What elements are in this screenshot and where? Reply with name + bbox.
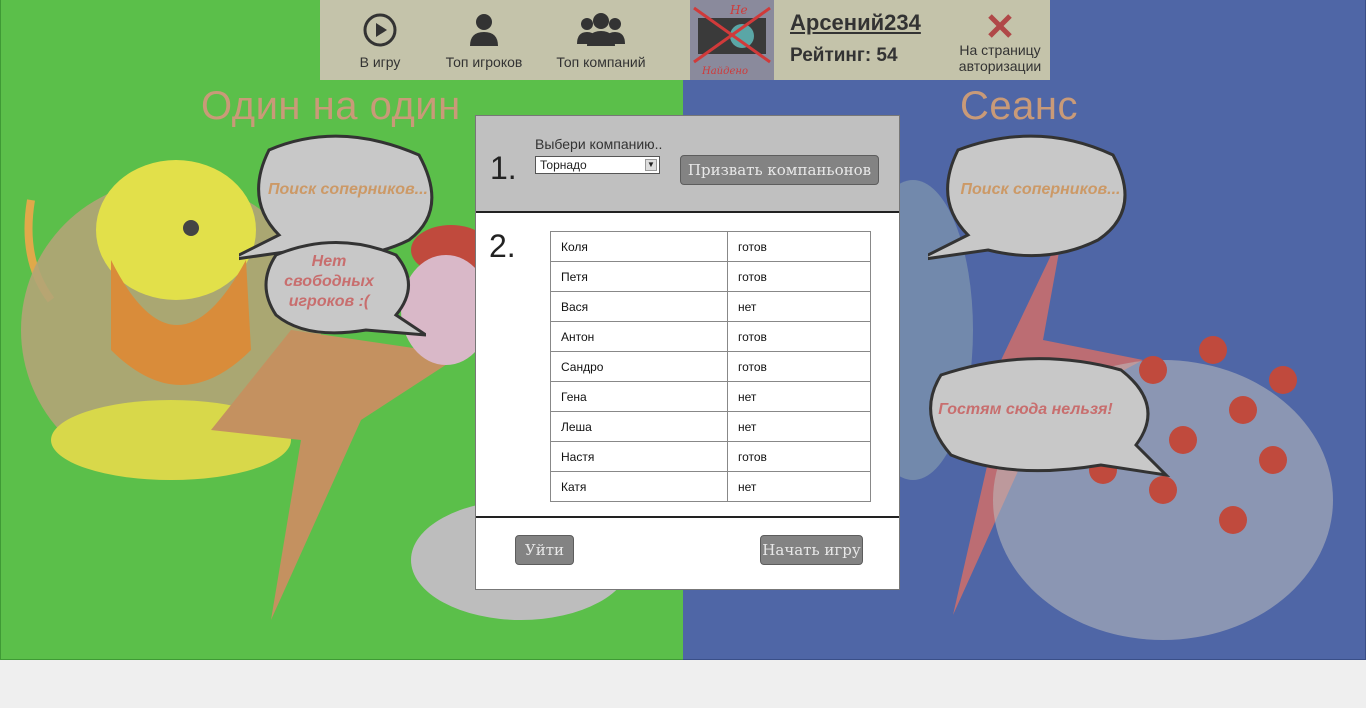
nav-play-button[interactable]: В игру [344,0,416,80]
player-name-cell: Сандро [550,351,728,382]
avatar-not-found-image: Не Найдено [693,3,771,77]
player-name-cell: Леша [550,411,728,442]
players-table: Коля готов Петя готов Вася нет Антон готов Сандр… [550,231,871,502]
table-row: Сандро готов [550,351,871,382]
chevron-down-icon: ▼ [645,159,657,171]
users-group-icon [577,13,625,46]
player-name-cell: Гена [550,381,728,412]
user-rating: Рейтинг: 54 [790,45,898,66]
table-row: Катя нет [550,471,871,502]
avatar-text-top: Не [729,3,748,17]
table-row: Вася нет [550,291,871,322]
nav-top-players-label: Топ игроков [445,54,523,70]
logout-label: На страницу авторизации [958,42,1042,74]
player-status-cell: нет [727,291,871,322]
summon-companions-button[interactable]: Призвать компаньонов [680,155,879,185]
step-1-number: 1. [490,150,517,186]
player-status-cell: готов [727,261,871,292]
nav-top-companies-button[interactable]: Топ компаний [550,0,652,80]
step-2-number: 2. [489,228,516,264]
player-status-cell: готов [727,441,871,472]
company-select-section: 1. Выбери компанию.. Торнадо ▼ Призвать … [476,116,899,213]
player-name-cell: Настя [550,441,728,472]
bubble-guests-forbidden-text: Гостям сюда нельзя! [938,401,1113,418]
top-nav: В игру Топ игроков Топ компаний Не Найде… [320,0,1050,80]
nav-top-companies-label: Топ компаний [556,54,646,70]
company-select[interactable]: Торнадо ▼ [535,156,660,174]
player-name-cell: Вася [550,291,728,322]
avatar[interactable]: Не Найдено [690,0,774,80]
speech-bubble-right-1 [928,134,1127,261]
player-name-cell: Катя [550,471,728,502]
player-status-cell: готов [727,321,871,352]
start-game-button[interactable]: Начать игру [760,535,863,565]
close-x-icon [988,14,1012,38]
modal-divider [476,516,899,518]
company-select-value: Торнадо [540,158,587,172]
player-status-cell: нет [727,381,871,412]
table-row: Петя готов [550,261,871,292]
table-row: Коля готов [550,231,871,262]
player-status-cell: нет [727,411,871,442]
player-status-cell: готов [727,231,871,262]
nav-play-label: В игру [359,54,401,70]
player-name-cell: Коля [550,231,728,262]
username-link[interactable]: Арсений234 [790,10,921,36]
player-name-cell: Антон [550,321,728,352]
table-row: Антон готов [550,321,871,352]
logout-button[interactable]: На страницу авторизации [950,12,1050,74]
user-icon [470,14,498,46]
nav-top-players-button[interactable]: Топ игроков [440,0,528,80]
table-row: Настя готов [550,441,871,472]
lobby-modal: 1. Выбери компанию.. Торнадо ▼ Призвать … [475,115,900,590]
bubble-no-players-text: Нет свободных игроков :( [284,253,374,310]
table-row: Леша нет [550,411,871,442]
avatar-text-bottom: Найдено [701,66,748,77]
player-status-cell: готов [727,351,871,382]
leave-button[interactable]: Уйти [515,535,574,565]
choose-company-label: Выбери компанию.. [535,136,663,152]
table-row: Гена нет [550,381,871,412]
play-circle-icon [363,13,397,47]
bubble-searching-text: Поиск соперников... [268,181,428,198]
bubble-session-searching-text: Поиск соперников... [960,181,1121,198]
player-status-cell: нет [727,471,871,502]
player-name-cell: Петя [550,261,728,292]
speech-bubble-right-2 [929,357,1171,478]
